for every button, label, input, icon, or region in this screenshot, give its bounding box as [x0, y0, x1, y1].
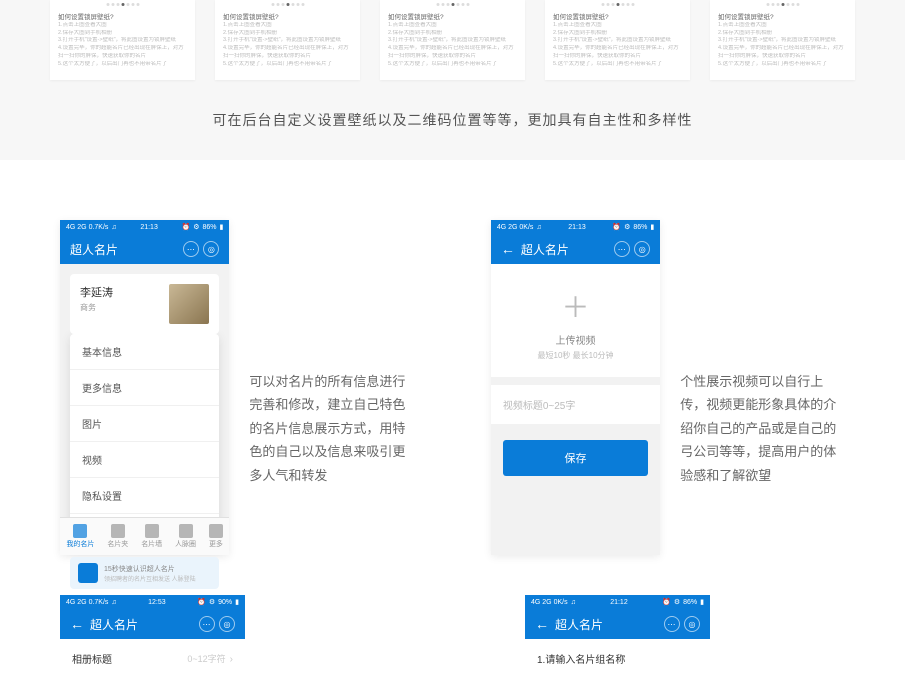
wallpaper-card: 如何设置锁屏壁纸? 1.点击上图查看大图 2.保存大图到手机相册 3.打开手机"… — [710, 0, 855, 80]
menu-dots-button[interactable]: ⋯ — [614, 241, 630, 257]
menu-dots-button[interactable]: ⋯ — [664, 616, 680, 632]
album-title-input[interactable]: 相册标题 0~12字符› — [60, 639, 245, 678]
nav-card-holder[interactable]: 名片夹 — [107, 524, 128, 549]
header-title: 超人名片 — [70, 241, 183, 258]
section-caption: 可在后台自定义设置壁纸以及二维码位置等等，更加具有自主性和多样性 — [50, 110, 855, 130]
wallpaper-cards-row: 如何设置锁屏壁纸? 1.点击上图查看大图 2.保存大图到手机相册 3.打开手机"… — [50, 0, 855, 80]
status-bar: 4G 2G 0.7K/s♫ 12:53 ⏰⚙90%▮ — [60, 595, 245, 609]
nav-my-card[interactable]: 我的名片 — [66, 524, 94, 549]
bottom-nav: 我的名片 名片夹 名片墙 人脉圈 更多 — [60, 517, 229, 555]
plus-icon: ＋ — [491, 294, 660, 322]
upload-label: 上传视频 — [491, 332, 660, 347]
intro-banner[interactable]: 15秒快速认识超人名片 领招聘者的名片互相发送 人脉登陆 — [70, 557, 219, 589]
status-time: 12:53 — [148, 599, 166, 606]
phone-group-name: 4G 2G 0K/s♫ 21:12 ⏰⚙86%▮ ← 超人名片 ⋯ ◎ 1.请输… — [525, 595, 710, 678]
group-name-input[interactable]: 1.请输入名片组名称 — [525, 639, 710, 678]
status-bar: 4G 2G 0.7K/s♫ 21:13 ⏰⚙86%▮ — [60, 220, 229, 234]
status-time: 21:13 — [568, 224, 586, 231]
wallpaper-card: 如何设置锁屏壁纸? 1.点击上图查看大图 2.保存大图到手机相册 3.打开手机"… — [545, 0, 690, 80]
phone-upload-video: 4G 2G 0K/s♫ 21:13 ⏰⚙86%▮ ← 超人名片 ⋯ ◎ ＋ 上传… — [491, 220, 660, 555]
header-title: 超人名片 — [90, 616, 199, 633]
app-header: 超人名片 ⋯ ◎ — [60, 234, 229, 264]
target-button[interactable]: ◎ — [219, 616, 235, 632]
back-arrow-icon[interactable]: ← — [535, 616, 549, 632]
status-bar: 4G 2G 0K/s♫ 21:12 ⏰⚙86%▮ — [525, 595, 710, 609]
menu-video[interactable]: 视频 — [70, 442, 219, 478]
back-arrow-icon[interactable]: ← — [501, 241, 515, 257]
business-card-preview[interactable]: 李延涛 商务 — [70, 274, 219, 334]
wallpaper-card: 如何设置锁屏壁纸? 1.点击上图查看大图 2.保存大图到手机相册 3.打开手机"… — [215, 0, 360, 80]
app-header: ← 超人名片 ⋯ ◎ — [525, 609, 710, 639]
menu-dots-button[interactable]: ⋯ — [199, 616, 215, 632]
video-upload-area[interactable]: ＋ 上传视频 最短10秒 最长10分钟 — [491, 264, 660, 377]
description-text-2: 个性展示视频可以自行上传，视频更能形象具体的介绍你自己的产品或是自己的弓公司等等… — [680, 220, 845, 555]
menu-basic-info[interactable]: 基本信息 — [70, 334, 219, 370]
target-button[interactable]: ◎ — [634, 241, 650, 257]
app-header: ← 超人名片 ⋯ ◎ — [60, 609, 245, 639]
description-text-1: 可以对名片的所有信息进行完善和修改，建立自己特色的名片信息展示方式，用特色的自己… — [249, 220, 414, 555]
header-title: 超人名片 — [521, 241, 614, 258]
header-title: 超人名片 — [555, 616, 664, 633]
video-title-input[interactable]: 视频标题0~25字 — [491, 385, 660, 424]
back-arrow-icon[interactable]: ← — [70, 616, 84, 632]
status-bar: 4G 2G 0K/s♫ 21:13 ⏰⚙86%▮ — [491, 220, 660, 234]
play-icon — [78, 563, 98, 583]
top-wallpaper-section: 如何设置锁屏壁纸? 1.点击上图查看大图 2.保存大图到手机相册 3.打开手机"… — [0, 0, 905, 160]
card-thumbnail — [169, 284, 209, 324]
menu-privacy[interactable]: 隐私设置 — [70, 478, 219, 514]
middle-section: 4G 2G 0.7K/s♫ 21:13 ⏰⚙86%▮ 超人名片 ⋯ ◎ 李延涛 … — [0, 160, 905, 555]
nav-network[interactable]: 人脉圈 — [175, 524, 196, 549]
status-time: 21:12 — [610, 599, 628, 606]
target-button[interactable]: ◎ — [684, 616, 700, 632]
phone-album-title: 4G 2G 0.7K/s♫ 12:53 ⏰⚙90%▮ ← 超人名片 ⋯ ◎ 相册… — [60, 595, 245, 678]
menu-images[interactable]: 图片 — [70, 406, 219, 442]
menu-more-info[interactable]: 更多信息 — [70, 370, 219, 406]
wallpaper-card: 如何设置锁屏壁纸? 1.点击上图查看大图 2.保存大图到手机相册 3.打开手机"… — [380, 0, 525, 80]
card-title: 如何设置锁屏壁纸? — [58, 13, 187, 22]
nav-more[interactable]: 更多 — [209, 524, 223, 549]
target-button[interactable]: ◎ — [203, 241, 219, 257]
status-time: 21:13 — [140, 224, 158, 231]
save-button[interactable]: 保存 — [503, 440, 648, 476]
wallpaper-card: 如何设置锁屏壁纸? 1.点击上图查看大图 2.保存大图到手机相册 3.打开手机"… — [50, 0, 195, 80]
phone-card-menu: 4G 2G 0.7K/s♫ 21:13 ⏰⚙86%▮ 超人名片 ⋯ ◎ 李延涛 … — [60, 220, 229, 555]
nav-card-wall[interactable]: 名片墙 — [141, 524, 162, 549]
chevron-right-icon: › — [230, 654, 233, 665]
upload-hint: 最短10秒 最长10分钟 — [491, 350, 660, 361]
app-header: ← 超人名片 ⋯ ◎ — [491, 234, 660, 264]
menu-dots-button[interactable]: ⋯ — [183, 241, 199, 257]
